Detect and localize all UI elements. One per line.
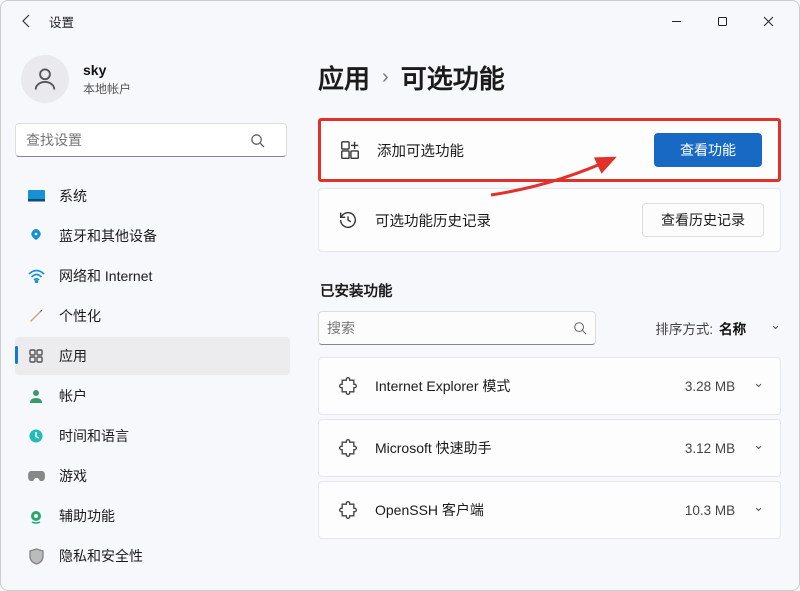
nav-label: 帐户	[59, 386, 87, 406]
installed-search-box[interactable]	[318, 311, 596, 345]
sidebar: sky 本地帐户 系统蓝牙和其他设备网络和 Internet 个性化应用帐户时间和…	[1, 41, 296, 590]
sort-value: 名称	[719, 318, 746, 338]
breadcrumb-parent[interactable]: 应用	[318, 59, 370, 96]
breadcrumb: 应用 › 可选功能	[318, 59, 781, 96]
nav-label: 隐私和安全性	[59, 546, 143, 566]
feature-size: 3.28 MB	[685, 379, 735, 394]
nav-icon	[27, 187, 45, 205]
nav-label: 个性化	[59, 306, 101, 326]
puzzle-icon	[335, 373, 361, 399]
feature-row[interactable]: OpenSSH 客户端10.3 MB	[318, 481, 781, 539]
nav-label: 时间和语言	[59, 426, 129, 446]
view-history-button[interactable]: 查看历史记录	[642, 203, 764, 237]
breadcrumb-current: 可选功能	[401, 59, 505, 96]
sort-toggle[interactable]: 排序方式: 名称	[655, 318, 781, 338]
feature-row[interactable]: Microsoft 快速助手3.12 MB	[318, 419, 781, 477]
feature-name: OpenSSH 客户端	[375, 500, 685, 520]
sidebar-item-4[interactable]: 应用	[15, 337, 290, 375]
sidebar-item-5[interactable]: 帐户	[15, 377, 290, 415]
feature-size: 10.3 MB	[685, 503, 735, 518]
feature-size: 3.12 MB	[685, 441, 735, 456]
card-history: 可选功能历史记录 查看历史记录	[318, 188, 781, 252]
nav-icon	[27, 387, 45, 405]
search-icon	[573, 321, 587, 335]
nav-label: 系统	[59, 186, 87, 206]
feature-name: Internet Explorer 模式	[375, 376, 685, 396]
window-title: 设置	[49, 12, 74, 31]
sidebar-item-3[interactable]: 个性化	[15, 297, 290, 335]
sidebar-item-7[interactable]: 游戏	[15, 457, 290, 495]
nav-icon	[27, 267, 45, 285]
nav-icon	[27, 507, 45, 525]
installed-section-title: 已安装功能	[320, 280, 781, 301]
main-content: 应用 › 可选功能 添加可选功能 查看功能 可选功能历史记录	[296, 41, 799, 590]
nav-icon	[27, 427, 45, 445]
profile-subtitle: 本地帐户	[83, 80, 131, 97]
nav-label: 游戏	[59, 466, 87, 486]
card-add-feature: 添加可选功能 查看功能	[318, 118, 781, 182]
avatar	[21, 55, 69, 103]
sidebar-item-1[interactable]: 蓝牙和其他设备	[15, 217, 290, 255]
minimize-button[interactable]	[653, 5, 699, 37]
chevron-down-icon	[753, 378, 764, 394]
nav-icon	[27, 547, 45, 565]
history-icon	[335, 207, 361, 233]
nav-icon	[27, 467, 45, 485]
sidebar-item-0[interactable]: 系统	[15, 177, 290, 215]
nav-label: 网络和 Internet	[59, 266, 152, 286]
profile-block[interactable]: sky 本地帐户	[15, 55, 290, 103]
nav-icon	[27, 227, 45, 245]
feature-name: Microsoft 快速助手	[375, 438, 685, 458]
search-icon[interactable]	[240, 123, 274, 157]
chevron-right-icon: ›	[382, 66, 389, 89]
maximize-button[interactable]	[699, 5, 745, 37]
sidebar-item-2[interactable]: 网络和 Internet	[15, 257, 290, 295]
sort-label: 排序方式:	[655, 318, 713, 338]
chevron-down-icon	[770, 320, 781, 336]
sidebar-item-8[interactable]: 辅助功能	[15, 497, 290, 535]
card-history-label: 可选功能历史记录	[375, 210, 642, 231]
installed-search-input[interactable]	[327, 320, 573, 336]
back-button[interactable]	[9, 3, 45, 39]
sidebar-item-9[interactable]: 隐私和安全性	[15, 537, 290, 575]
nav-icon	[27, 347, 45, 365]
profile-name: sky	[83, 62, 131, 78]
puzzle-icon	[335, 497, 361, 523]
view-features-button[interactable]: 查看功能	[654, 133, 762, 167]
nav-label: 辅助功能	[59, 506, 115, 526]
sidebar-item-6[interactable]: 时间和语言	[15, 417, 290, 455]
add-icon	[337, 137, 363, 163]
close-button[interactable]	[745, 5, 791, 37]
nav-icon	[27, 307, 45, 325]
nav-label: 应用	[59, 346, 87, 366]
card-add-label: 添加可选功能	[377, 140, 654, 161]
feature-row[interactable]: Internet Explorer 模式3.28 MB	[318, 357, 781, 415]
chevron-down-icon	[753, 502, 764, 518]
puzzle-icon	[335, 435, 361, 461]
nav-label: 蓝牙和其他设备	[59, 226, 157, 246]
titlebar: 设置	[1, 1, 799, 41]
chevron-down-icon	[753, 440, 764, 456]
